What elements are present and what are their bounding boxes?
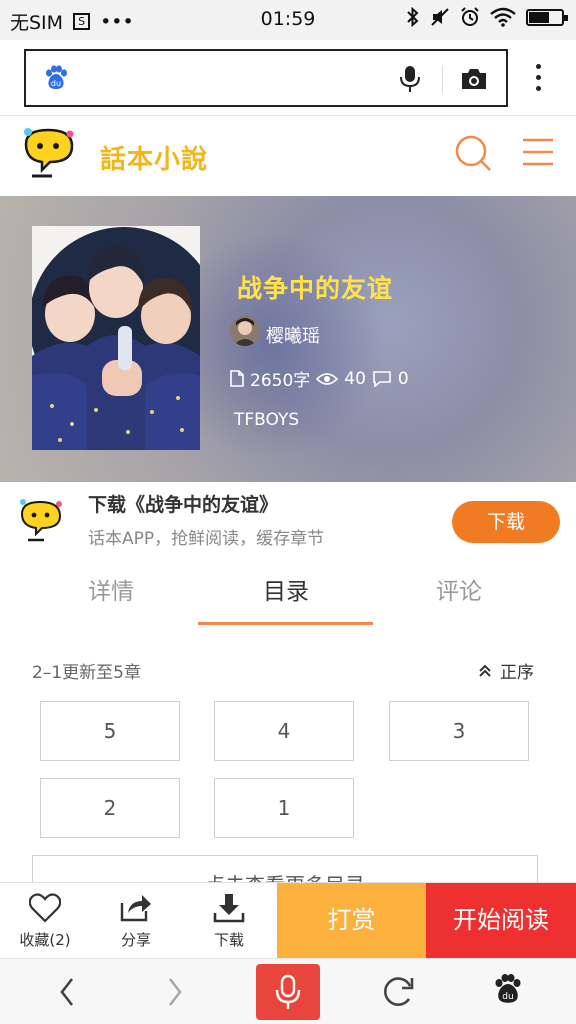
chapter-button[interactable]: 5 bbox=[40, 701, 180, 761]
word-count: 2650字 bbox=[250, 371, 311, 391]
svg-text:du: du bbox=[51, 79, 61, 88]
chat-bubble-mascot-icon bbox=[24, 128, 74, 178]
reward-button[interactable]: 打赏 bbox=[277, 883, 426, 959]
battery-icon bbox=[526, 8, 568, 26]
camera-icon[interactable] bbox=[460, 67, 488, 91]
book-hero: 战争中的友谊 樱曦瑶 2650字 40 0 TFBOYS bbox=[0, 196, 576, 482]
share-button[interactable]: 分享 bbox=[91, 883, 181, 959]
download-button[interactable]: 下载 bbox=[452, 501, 560, 543]
favorite-button[interactable]: 收藏(2) bbox=[0, 883, 90, 959]
back-icon[interactable] bbox=[36, 959, 96, 1024]
browser-toolbar: du bbox=[0, 40, 576, 116]
cover-illustration bbox=[32, 226, 200, 450]
microphone-icon bbox=[275, 974, 301, 1009]
search-icon[interactable] bbox=[454, 134, 492, 172]
tab-comments[interactable]: 评论 bbox=[372, 572, 546, 606]
alarm-icon bbox=[461, 7, 479, 26]
download-icon bbox=[213, 894, 245, 923]
double-chevron-up-icon bbox=[479, 664, 491, 677]
book-action-bar: 收藏(2) 分享 下载 打赏 开始阅读 bbox=[0, 882, 576, 959]
tab-bar: 详情 目录 评论 bbox=[0, 560, 576, 628]
book-title: 战争中的友谊 bbox=[237, 274, 394, 303]
book-cover[interactable] bbox=[32, 226, 200, 450]
book-tag[interactable]: TFBOYS bbox=[234, 410, 299, 430]
document-icon bbox=[230, 370, 244, 387]
voice-search-icon[interactable] bbox=[398, 65, 422, 93]
toolbar-divider bbox=[442, 65, 443, 93]
chapter-button[interactable]: 3 bbox=[389, 701, 529, 761]
wifi-icon bbox=[490, 7, 516, 27]
favorite-label: 收藏(2) bbox=[19, 931, 71, 949]
browser-nav-bar: du bbox=[0, 958, 576, 1024]
svg-text:du: du bbox=[502, 992, 513, 1002]
start-reading-button[interactable]: 开始阅读 bbox=[426, 883, 576, 959]
refresh-icon[interactable] bbox=[368, 959, 428, 1024]
site-logo-text: 話本小說 bbox=[100, 145, 209, 175]
share-icon bbox=[120, 895, 151, 922]
site-header: 話本小說 bbox=[0, 116, 576, 196]
baidu-home-icon[interactable]: du bbox=[478, 959, 538, 1024]
heart-icon bbox=[29, 893, 61, 923]
share-label: 分享 bbox=[120, 931, 151, 949]
download-label: 下载 bbox=[213, 931, 244, 949]
chapter-button[interactable]: 4 bbox=[214, 701, 354, 761]
more-options-icon[interactable] bbox=[527, 64, 549, 94]
search-input[interactable]: du bbox=[24, 49, 508, 107]
update-info: 2–1更新至5章 bbox=[32, 663, 141, 683]
status-bar: 无SIM S ••• 01:59 bbox=[0, 0, 576, 40]
bluetooth-icon bbox=[407, 7, 419, 27]
mute-icon bbox=[431, 8, 449, 26]
book-stats: 2650字 40 0 bbox=[230, 366, 409, 391]
baidu-paw-icon: du bbox=[46, 65, 67, 89]
tab-catalog[interactable]: 目录 bbox=[199, 572, 373, 606]
view-count: 40 bbox=[344, 368, 366, 389]
active-tab-indicator bbox=[198, 622, 373, 625]
app-logo-icon bbox=[20, 499, 62, 542]
chapter-button[interactable]: 2 bbox=[40, 778, 180, 838]
download-title: 下载《战争中的友谊》 bbox=[88, 494, 279, 516]
eye-icon bbox=[316, 372, 339, 385]
sort-label: 正序 bbox=[500, 663, 534, 683]
author-name[interactable]: 樱曦瑶 bbox=[266, 322, 320, 348]
forward-icon[interactable] bbox=[146, 959, 206, 1024]
sort-toggle[interactable]: 正序 bbox=[478, 658, 534, 683]
comment-icon bbox=[373, 371, 391, 387]
site-logo[interactable]: 話本小說 bbox=[18, 124, 208, 186]
comment-count: 0 bbox=[397, 368, 409, 389]
avatar[interactable] bbox=[230, 316, 260, 346]
download-chapters-button[interactable]: 下载 bbox=[184, 883, 274, 959]
menu-icon[interactable] bbox=[522, 138, 554, 166]
download-subtitle: 话本APP，抢鲜阅读，缓存章节 bbox=[88, 529, 325, 549]
chapter-button[interactable]: 1 bbox=[214, 778, 354, 838]
tab-details[interactable]: 详情 bbox=[24, 572, 198, 606]
voice-assistant-button[interactable] bbox=[256, 964, 320, 1020]
download-app-banner: 下载《战争中的友谊》 话本APP，抢鲜阅读，缓存章节 下载 bbox=[0, 482, 576, 560]
